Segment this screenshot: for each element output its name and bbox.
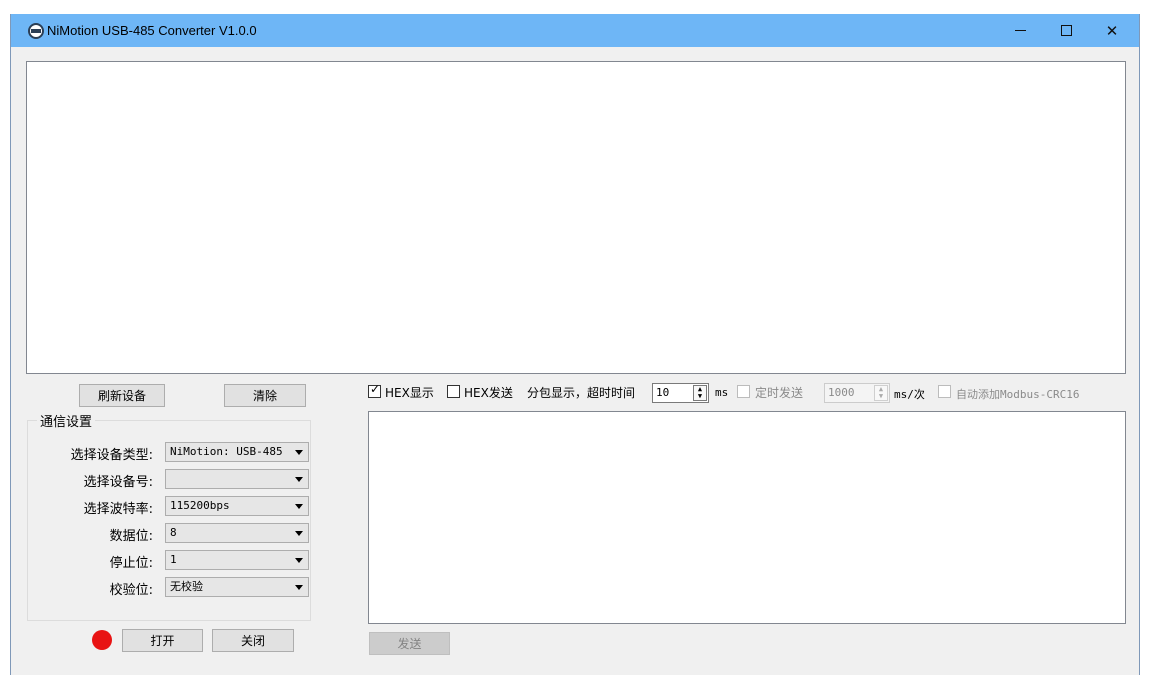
chevron-down-icon [295,450,303,455]
window-title: NiMotion USB-485 Converter V1.0.0 [47,23,257,38]
comm-settings-title: 通信设置 [37,411,96,430]
device-type-label: 选择设备类型: [70,448,153,463]
close-icon: ✕ [1105,21,1119,40]
clear-button[interactable]: 清除 [224,384,306,407]
packet-timeout-label: 分包显示，超时时间 [527,386,636,400]
timeout-spinbox[interactable]: 10 ▲ ▼ [652,383,709,403]
spin-arrows-icon[interactable]: ▲ ▼ [874,385,888,401]
stop-bits-select[interactable]: 1 [165,550,309,570]
receive-text-area[interactable] [26,61,1126,374]
app-icon [28,23,44,39]
auto-crc-checkbox[interactable] [938,385,951,398]
data-bits-label: 数据位: [109,529,153,544]
timed-send-label: 定时发送 [755,386,804,400]
interval-spinbox[interactable]: 1000 ▲ ▼ [824,383,890,403]
hex-display-checkbox[interactable]: ✓ [368,382,381,398]
hex-send-label: HEX发送 [464,386,513,400]
refresh-devices-button[interactable]: 刷新设备 [79,384,165,407]
main-window: NiMotion USB-485 Converter V1.0.0 ✕ 刷新设备… [10,14,1140,675]
connection-status-indicator [92,630,112,650]
chevron-down-icon [295,477,303,482]
maximize-icon [1060,25,1072,36]
data-bits-select[interactable]: 8 [165,523,309,543]
check-icon: ✓ [370,382,381,396]
baud-rate-select[interactable]: 115200bps [165,496,309,516]
maximize-button[interactable] [1043,14,1089,47]
chevron-down-icon [295,504,303,509]
open-port-button[interactable]: 打开 [122,629,203,652]
minimize-icon [1014,30,1026,31]
parity-label: 校验位: [109,583,153,598]
chevron-down-icon [295,531,303,536]
spin-arrows-icon[interactable]: ▲ ▼ [693,385,707,401]
interval-unit: ms/次 [894,388,925,401]
timed-send-checkbox[interactable] [737,385,750,398]
chevron-down-icon [295,558,303,563]
device-number-select[interactable] [165,469,309,489]
hex-display-label: HEX显示 [385,386,434,400]
device-number-label: 选择设备号: [83,475,153,490]
parity-select[interactable]: 无校验 [165,577,309,597]
chevron-down-icon [295,585,303,590]
baud-rate-label: 选择波特率: [83,502,153,517]
minimize-button[interactable] [997,14,1043,47]
close-port-button[interactable]: 关闭 [212,629,294,652]
send-button[interactable]: 发送 [369,632,450,655]
send-text-area[interactable] [368,411,1126,624]
hex-send-checkbox[interactable] [447,385,460,398]
close-window-button[interactable]: ✕ [1089,14,1135,47]
timeout-unit: ms [715,386,729,399]
title-bar[interactable]: NiMotion USB-485 Converter V1.0.0 ✕ [11,14,1139,47]
device-type-select[interactable]: NiMotion: USB-485 [165,442,309,462]
stop-bits-label: 停止位: [109,556,153,571]
auto-crc-label: 自动添加Modbus-CRC16 [956,388,1080,401]
